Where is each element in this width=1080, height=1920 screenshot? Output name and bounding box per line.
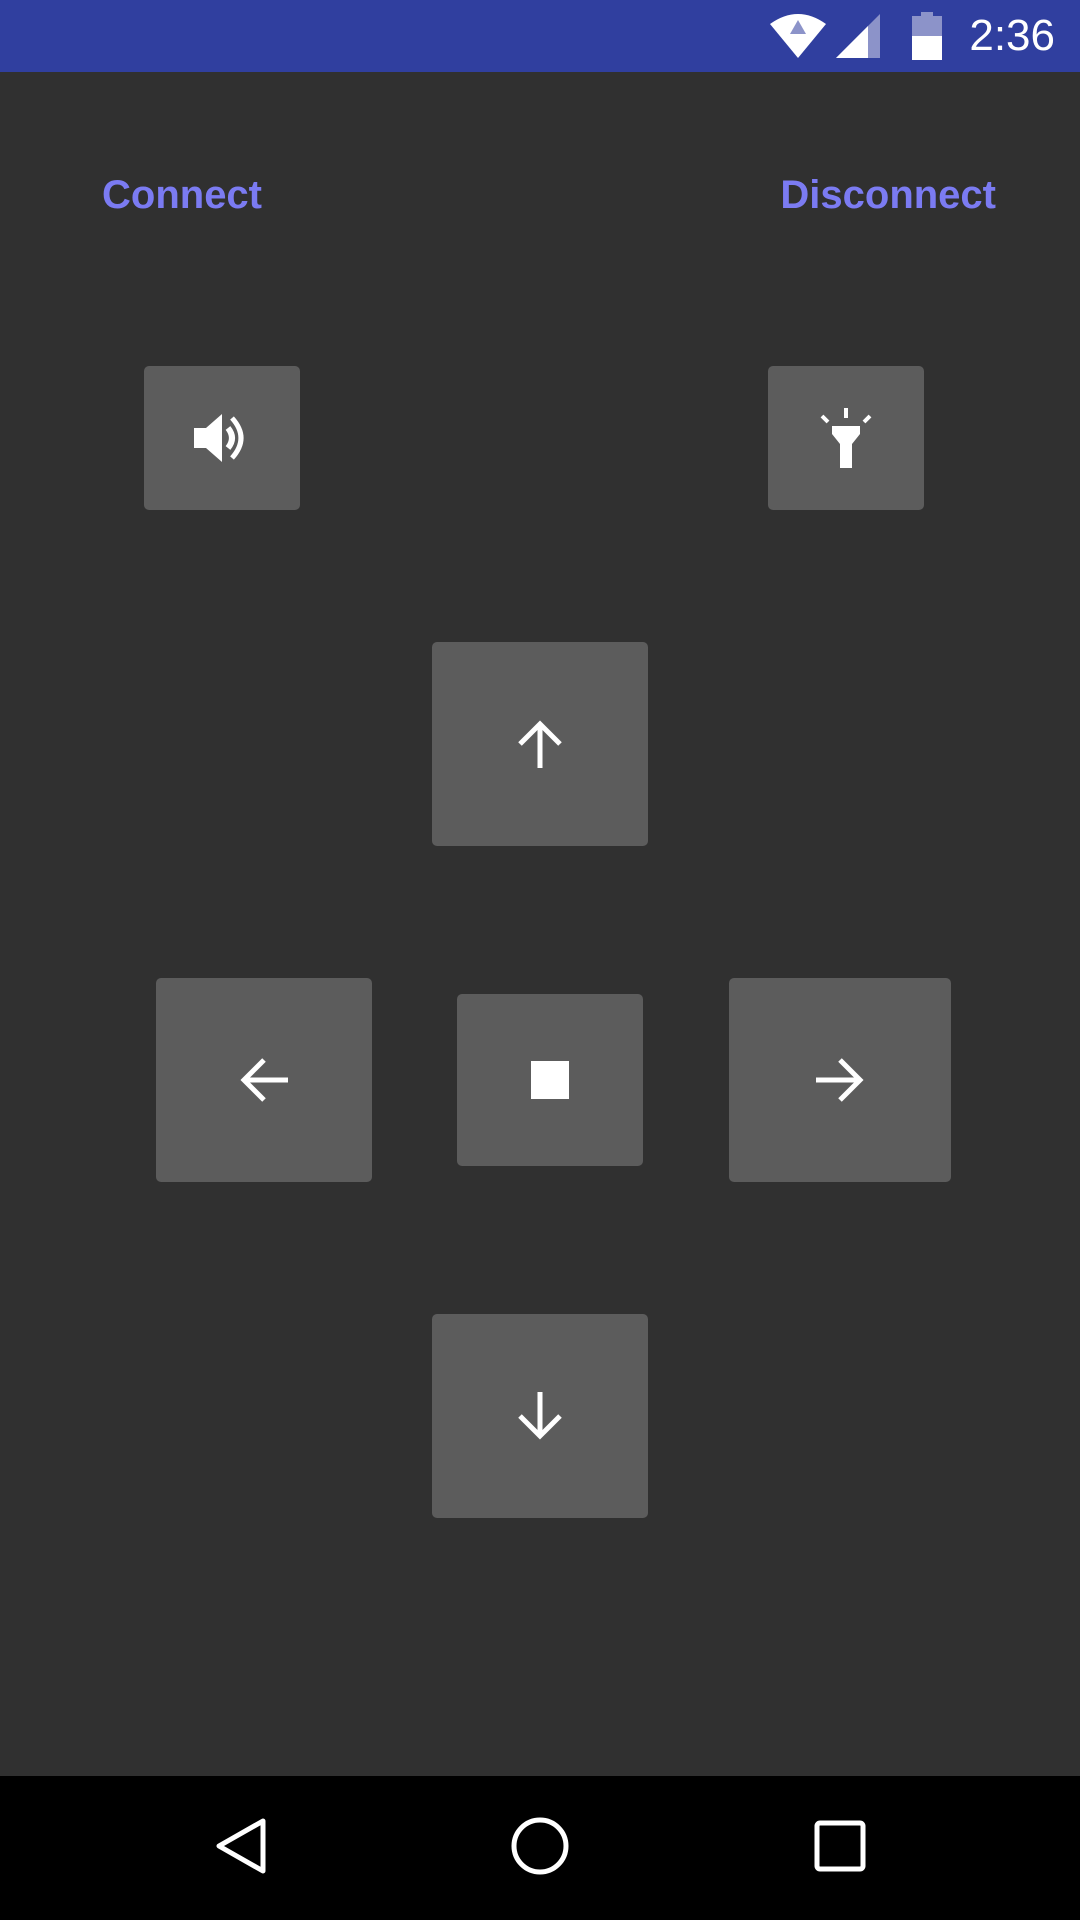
arrow-right-icon (814, 1054, 866, 1106)
cell-signal-icon (836, 0, 880, 72)
wifi-icon (770, 0, 826, 72)
recent-apps-icon (814, 1820, 866, 1877)
arrow-up-icon (514, 718, 566, 770)
arrow-left-icon (238, 1054, 290, 1106)
volume-icon (192, 410, 252, 466)
connect-button[interactable]: Connect (102, 160, 262, 230)
move-up-button[interactable] (432, 642, 648, 846)
flashlight-icon (818, 406, 874, 470)
home-button[interactable] (470, 1776, 610, 1920)
horn-button[interactable] (144, 366, 300, 510)
stop-button[interactable] (457, 994, 643, 1166)
status-bar: 2:36 (0, 0, 1080, 72)
back-icon (213, 1817, 267, 1880)
remote-control-screen: 2:36 Connect Disconnect (0, 0, 1080, 1920)
back-button[interactable] (170, 1776, 310, 1920)
move-left-button[interactable] (156, 978, 372, 1182)
stop-icon (531, 1061, 569, 1099)
move-right-button[interactable] (729, 978, 951, 1182)
arrow-down-icon (514, 1390, 566, 1442)
flashlight-button[interactable] (768, 366, 924, 510)
status-time: 2:36 (969, 11, 1055, 60)
recent-apps-button[interactable] (770, 1776, 910, 1920)
disconnect-button[interactable]: Disconnect (780, 160, 996, 230)
home-icon (510, 1816, 570, 1881)
move-down-button[interactable] (432, 1314, 648, 1518)
navigation-bar (0, 1776, 1080, 1920)
battery-icon (912, 0, 942, 72)
